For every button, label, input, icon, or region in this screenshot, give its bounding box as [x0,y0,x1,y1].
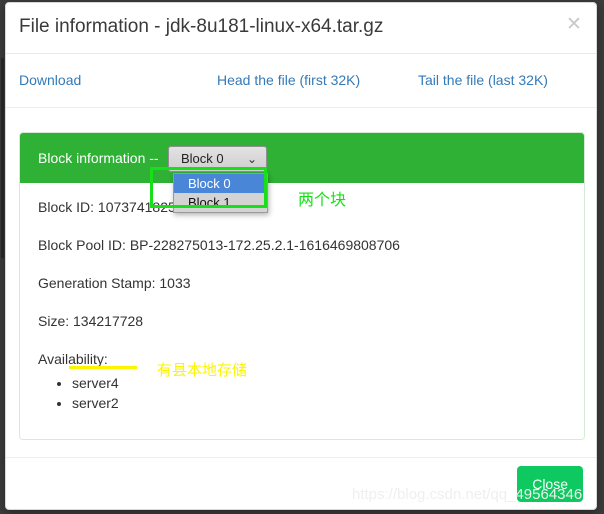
annotation-yellow-text: 有县本地存储 [157,361,248,379]
screen: File information - jdk-8u181-linux-x64.t… [0,0,604,514]
availability-item-0: server4 [72,373,566,393]
scrollbar-thumb[interactable] [1,58,4,258]
file-action-links: Download Head the file (first 32K) Tail … [6,54,596,108]
annotation-green-text: 两个块 [298,190,347,209]
block-select[interactable]: Block 0 ⌄ [168,146,267,172]
block-option-0[interactable]: Block 0 [174,174,267,193]
file-information-dialog: File information - jdk-8u181-linux-x64.t… [5,2,597,510]
block-select-dropdown[interactable]: Block 0 Block 1 [173,173,268,213]
panel-heading: Block information -- Block 0 ⌄ [20,133,584,183]
dialog-title: File information - jdk-8u181-linux-x64.t… [19,16,384,37]
head-file-link[interactable]: Head the file (first 32K) [217,72,360,88]
annotation-yellow-underline [69,366,137,369]
block-pool-id-line: Block Pool ID: BP-228275013-172.25.2.1-1… [38,237,400,253]
close-button[interactable]: Close [517,466,583,502]
availability-list: server4 server2 [38,373,566,413]
chevron-down-icon: ⌄ [246,152,257,166]
dialog-header: File information - jdk-8u181-linux-x64.t… [6,3,596,54]
block-select-value: Block 0 [181,151,224,166]
download-link[interactable]: Download [19,72,81,88]
dialog-footer: Close [6,457,596,509]
availability-label: Availability: [38,351,108,367]
panel-heading-label: Block information -- [38,150,159,166]
block-option-1[interactable]: Block 1 [174,193,267,212]
panel-body: Block ID: 1073741825 Block Pool ID: BP-2… [20,183,584,439]
generation-stamp-line: Generation Stamp: 1033 [38,275,191,291]
close-x-icon[interactable]: ✕ [564,14,584,34]
size-line: Size: 134217728 [38,313,144,329]
tail-file-link[interactable]: Tail the file (last 32K) [418,72,548,88]
block-information-panel: Block information -- Block 0 ⌄ Block 0 B… [19,132,585,440]
availability-item-1: server2 [72,393,566,413]
